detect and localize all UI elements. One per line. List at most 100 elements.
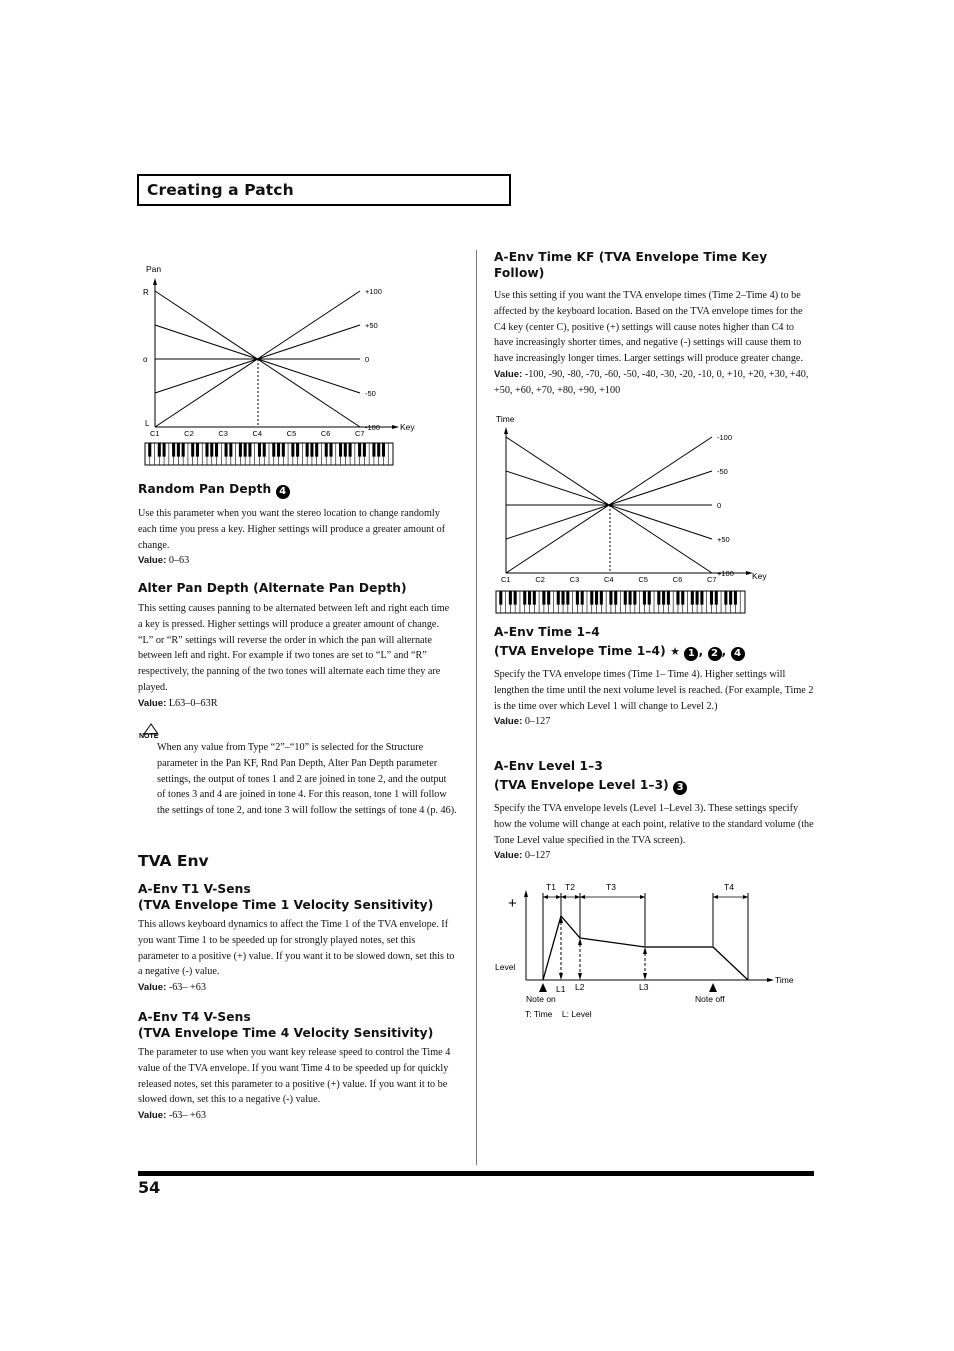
black-key bbox=[642, 591, 646, 605]
time-y-arrow bbox=[504, 427, 508, 434]
black-key bbox=[324, 443, 328, 457]
black-key bbox=[556, 591, 560, 605]
black-key bbox=[628, 591, 632, 605]
env-time-span-t1 bbox=[543, 895, 561, 899]
black-key bbox=[191, 443, 195, 457]
env-t1-label: T1 bbox=[546, 882, 556, 892]
tva-env-title: TVA Env bbox=[138, 852, 209, 870]
black-key bbox=[205, 443, 209, 457]
env-t3-label: T3 bbox=[606, 882, 616, 892]
black-key bbox=[272, 443, 276, 457]
pan-key-follow-chart: Pan R o L Key +100 +50 0 -50 -100 C1 C2 C3 C4 C5… bbox=[143, 264, 415, 466]
black-key bbox=[513, 591, 517, 605]
black-key bbox=[724, 591, 728, 605]
black-key bbox=[575, 591, 579, 605]
note-body: When any value from Type “2”–“10” is sel… bbox=[157, 742, 457, 817]
black-key bbox=[315, 443, 319, 457]
env-t4-label: T4 bbox=[724, 882, 734, 892]
env-x-arrow bbox=[767, 978, 774, 982]
badge-4-icon: 4 bbox=[275, 485, 290, 499]
time-x-tick: C2 bbox=[535, 575, 545, 584]
black-key bbox=[690, 591, 694, 605]
pan-line-label: +100 bbox=[365, 287, 382, 296]
black-key bbox=[277, 443, 281, 457]
badge-2-icon: 2 bbox=[707, 647, 722, 661]
env-note-off-label: Note off bbox=[695, 994, 725, 1004]
t1-vsens-value: -63– +63 bbox=[166, 982, 206, 994]
env-level-arrow-l2 bbox=[578, 938, 582, 980]
pan-line-label: +50 bbox=[365, 321, 378, 330]
t1-vsens-section: A-Env T1 V-Sens (TVA Envelope Time 1 Vel… bbox=[138, 881, 456, 996]
black-key bbox=[580, 591, 584, 605]
env-level-arrow-l3 bbox=[643, 947, 647, 980]
t4-vsens-section: A-Env T4 V-Sens (TVA Envelope Time 4 Vel… bbox=[138, 1009, 456, 1124]
t1-vsens-value-label: Value: bbox=[138, 982, 167, 994]
black-key bbox=[215, 443, 219, 457]
pan-x-tick: C5 bbox=[287, 429, 297, 438]
time-key-follow-chart: Time Key -100 -50 0 +50 +100 C1 C2 C3 C4 C5 C6 C7 bbox=[495, 414, 767, 614]
env-plus-sign: + bbox=[508, 895, 517, 912]
time-x-tick: C3 bbox=[570, 575, 580, 584]
page-number: 54 bbox=[138, 1178, 161, 1197]
env-note-on-label: Note on bbox=[526, 994, 556, 1004]
pan-line-label: -50 bbox=[365, 389, 376, 398]
black-key bbox=[339, 443, 343, 457]
badge-4-icon: 4 bbox=[730, 647, 745, 661]
black-key bbox=[195, 443, 199, 457]
black-key bbox=[662, 591, 666, 605]
env-release bbox=[712, 946, 749, 981]
black-key bbox=[329, 443, 333, 457]
env-level-value: 0–127 bbox=[522, 850, 551, 862]
t4-vsens-body: The parameter to use when you want key r… bbox=[138, 1047, 451, 1106]
black-key bbox=[310, 443, 314, 457]
pan-x-tick: C2 bbox=[184, 429, 194, 438]
env-time-span-t2 bbox=[561, 895, 580, 899]
env-level-section: A-Env Level 1–3 (TVA Envelope Level 1–3)… bbox=[494, 758, 814, 864]
note-icon-label: NOTE bbox=[139, 733, 159, 740]
note-icon: NOTE bbox=[139, 723, 159, 740]
black-key bbox=[262, 443, 266, 457]
black-key bbox=[700, 591, 704, 605]
alter-pan-title: Alter Pan Depth (Alternate Pan Depth) bbox=[138, 581, 407, 595]
random-pan-body: Use this parameter when you want the ste… bbox=[138, 508, 446, 551]
black-key bbox=[599, 591, 603, 605]
pan-line-label: -100 bbox=[365, 423, 380, 432]
env-time-span-t4 bbox=[713, 895, 748, 899]
alter-pan-body: This setting causes panning to be altern… bbox=[138, 603, 450, 693]
black-key bbox=[499, 591, 503, 605]
t4-vsens-value-label: Value: bbox=[138, 1110, 167, 1122]
alter-pan-value-label: Value: bbox=[138, 697, 167, 709]
env-l2-label: L2 bbox=[575, 982, 585, 992]
time-x-tick: C5 bbox=[638, 575, 648, 584]
env-level-body: Specify the TVA envelope levels (Level 1… bbox=[494, 803, 814, 846]
black-key bbox=[238, 443, 242, 457]
t4-vsens-title-line2: (TVA Envelope Time 4 Velocity Sensitivit… bbox=[138, 1026, 434, 1040]
env-legend: T: Time L: Level bbox=[525, 1009, 592, 1019]
star-icon: ★ bbox=[670, 645, 681, 658]
time-line-label: -100 bbox=[717, 433, 732, 442]
time-kf-value: -100, -90, -80, -70, -60, -50, -40, -30,… bbox=[494, 368, 809, 396]
black-key bbox=[291, 443, 295, 457]
time-x-tick: C4 bbox=[604, 575, 614, 584]
pan-x-tick: C4 bbox=[253, 429, 263, 438]
black-key bbox=[372, 443, 376, 457]
black-key bbox=[508, 591, 512, 605]
black-key bbox=[532, 591, 536, 605]
section-header: Creating a Patch bbox=[137, 174, 511, 206]
time-line-label: 0 bbox=[717, 501, 721, 510]
pan-y-axis-label: Pan bbox=[146, 264, 161, 274]
time-kf-section: A-Env Time KF (TVA Envelope Time Key Fol… bbox=[494, 249, 814, 399]
env-l3-label: L3 bbox=[639, 982, 649, 992]
black-key bbox=[281, 443, 285, 457]
time-x-tick: C6 bbox=[673, 575, 683, 584]
keyboard-illustration bbox=[144, 442, 394, 466]
env-time-value: 0–127 bbox=[522, 716, 551, 728]
pan-tick-R: R bbox=[143, 288, 149, 297]
random-pan-title: Random Pan Depth bbox=[138, 482, 272, 496]
note-off-marker-icon bbox=[709, 983, 717, 992]
random-pan-section: Random Pan Depth 4 Use this parameter wh… bbox=[138, 481, 456, 569]
env-l1-label: L1 bbox=[556, 984, 566, 994]
black-key bbox=[243, 443, 247, 457]
black-key bbox=[623, 591, 627, 605]
pan-tick-center: o bbox=[143, 355, 148, 364]
